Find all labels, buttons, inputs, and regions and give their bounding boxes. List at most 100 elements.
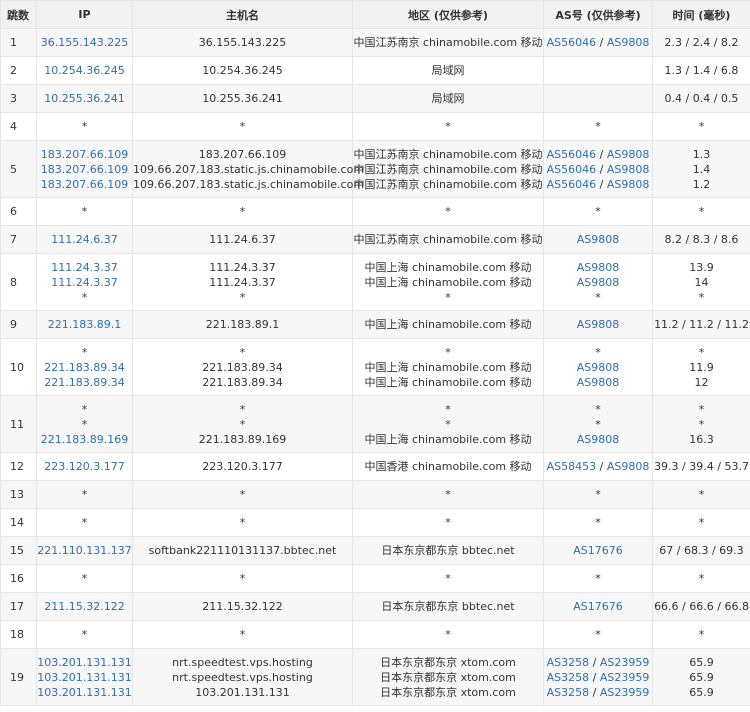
as-link[interactable]: AS9808 bbox=[607, 460, 650, 473]
time-cell: * bbox=[652, 197, 750, 226]
time-text: 1.2 bbox=[692, 177, 711, 191]
time-text: * bbox=[698, 402, 705, 416]
as-link[interactable]: AS56046 bbox=[547, 163, 597, 176]
ip-cell: * bbox=[36, 197, 133, 226]
ip-link[interactable]: 111.24.3.37 bbox=[37, 260, 132, 275]
as-link[interactable]: AS3258 bbox=[547, 671, 590, 684]
ip-cell: * bbox=[36, 508, 133, 537]
hop-cell: 6 bbox=[0, 197, 37, 226]
region-text: 中国江苏南京 chinamobile.com 移动 bbox=[353, 162, 543, 176]
ip-link[interactable]: 10.255.36.241 bbox=[37, 91, 132, 106]
hostname-text: 10.254.36.245 bbox=[202, 64, 283, 77]
as-link[interactable]: AS9808 bbox=[607, 163, 650, 176]
as-line: AS9808 bbox=[544, 317, 652, 332]
region-text: 中国上海 chinamobile.com 移动 bbox=[364, 275, 532, 289]
as-link[interactable]: AS17676 bbox=[573, 544, 623, 557]
as-link[interactable]: AS9808 bbox=[607, 148, 650, 161]
ip-link[interactable]: 221.183.89.169 bbox=[37, 432, 132, 447]
hop-cell: 3 bbox=[0, 84, 37, 113]
as-cell: AS17676 bbox=[543, 592, 653, 621]
ip-link[interactable]: 211.15.32.122 bbox=[37, 599, 132, 614]
traceroute-table: 跳数 IP 主机名 地区 (仅供参考) AS号 (仅供参考) 时间 (毫秒) 1… bbox=[0, 0, 750, 706]
ip-link[interactable]: 10.254.36.245 bbox=[37, 63, 132, 78]
region-cell: 日本东京都东京 xtom.com 日本东京都东京 xtom.com 日本东京都东京 … bbox=[352, 648, 544, 706]
as-link[interactable]: AS23959 bbox=[600, 686, 650, 699]
as-line: AS9808 bbox=[544, 375, 652, 390]
ip-cell: * bbox=[36, 480, 133, 509]
ip-link[interactable]: 103.201.131.131 bbox=[37, 685, 132, 700]
ip-link[interactable]: 183.207.66.109 bbox=[37, 177, 132, 192]
as-separator: / bbox=[589, 655, 600, 669]
ip-link[interactable]: 221.183.89.34 bbox=[37, 360, 132, 375]
time-cell: 0.4 / 0.4 / 0.5 bbox=[652, 84, 750, 113]
as-link[interactable]: AS9808 bbox=[577, 433, 620, 446]
ip-link[interactable]: 183.207.66.109 bbox=[37, 147, 132, 162]
ip-link[interactable]: 111.24.6.37 bbox=[37, 232, 132, 247]
as-link[interactable]: AS58453 bbox=[547, 460, 597, 473]
time-text: * bbox=[698, 488, 705, 501]
table-row: 9 221.183.89.1 221.183.89.1 中国上海 chinamobil… bbox=[0, 310, 750, 339]
region-cell: 日本东京都东京 bbtec.net bbox=[352, 592, 544, 621]
as-link[interactable]: AS3258 bbox=[547, 656, 590, 669]
ip-link[interactable]: 221.183.89.34 bbox=[37, 375, 132, 390]
as-text: * bbox=[595, 345, 601, 359]
ip-text: * bbox=[81, 516, 88, 529]
time-text: * bbox=[698, 345, 705, 359]
as-link[interactable]: AS56046 bbox=[547, 178, 597, 191]
hostname-text: 223.120.3.177 bbox=[202, 460, 283, 473]
hostname-text: * bbox=[239, 120, 246, 133]
as-link[interactable]: AS9808 bbox=[577, 233, 620, 246]
as-link[interactable]: AS9808 bbox=[577, 361, 620, 374]
ip-link[interactable]: 103.201.131.131 bbox=[37, 655, 132, 670]
as-text: * bbox=[595, 205, 601, 218]
ip-link[interactable]: 183.207.66.109 bbox=[37, 162, 132, 177]
as-link[interactable]: AS56046 bbox=[547, 36, 597, 49]
as-link[interactable]: AS23959 bbox=[600, 656, 650, 669]
as-link[interactable]: AS3258 bbox=[547, 686, 590, 699]
as-separator: / bbox=[589, 670, 600, 684]
ip-link[interactable]: 221.183.89.1 bbox=[37, 317, 132, 332]
host-cell: 10.255.36.241 bbox=[132, 84, 353, 113]
region-text: 日本东京都东京 xtom.com bbox=[380, 670, 516, 684]
as-line: * bbox=[544, 571, 652, 586]
as-link[interactable]: AS9808 bbox=[607, 178, 650, 191]
as-link[interactable]: AS9808 bbox=[577, 276, 620, 289]
as-link[interactable]: AS9808 bbox=[577, 261, 620, 274]
as-cell: * bbox=[543, 564, 653, 593]
host-cell: 111.24.3.37 111.24.3.37 * bbox=[132, 253, 353, 311]
region-text: 中国上海 chinamobile.com 移动 bbox=[364, 318, 532, 331]
table-row: 5 183.207.66.109 183.207.66.109 183.207.66.… bbox=[0, 140, 750, 198]
host-cell: * bbox=[132, 480, 353, 509]
host-cell: * * 221.183.89.169 bbox=[132, 395, 353, 453]
as-link[interactable]: AS9808 bbox=[577, 318, 620, 331]
ip-link[interactable]: 221.110.131.137 bbox=[37, 543, 132, 558]
as-link[interactable]: AS17676 bbox=[573, 600, 623, 613]
host-cell: softbank221110131137.bbtec.net bbox=[132, 536, 353, 565]
ip-link[interactable]: 36.155.143.225 bbox=[37, 35, 132, 50]
ip-link[interactable]: 223.120.3.177 bbox=[37, 459, 132, 474]
host-cell: 223.120.3.177 bbox=[132, 452, 353, 481]
region-text: 中国上海 chinamobile.com 移动 bbox=[364, 260, 532, 274]
region-text: * bbox=[445, 205, 451, 218]
hostname-text: 10.255.36.241 bbox=[202, 92, 283, 105]
as-link[interactable]: AS56046 bbox=[547, 148, 597, 161]
time-text: 1.3 bbox=[692, 147, 711, 161]
as-link[interactable]: AS23959 bbox=[600, 671, 650, 684]
time-text: * bbox=[698, 572, 705, 585]
as-line: AS56046 / AS9808 bbox=[544, 177, 652, 192]
ip-cell: 221.183.89.1 bbox=[36, 310, 133, 339]
time-text: 12 bbox=[694, 375, 709, 389]
region-text: * bbox=[445, 345, 451, 359]
region-text: 日本东京都东京 xtom.com bbox=[380, 655, 516, 669]
as-text: * bbox=[595, 516, 601, 529]
as-text: * bbox=[595, 488, 601, 501]
time-text: 14 bbox=[694, 275, 709, 289]
ip-link[interactable]: 103.201.131.131 bbox=[37, 670, 132, 685]
as-cell: AS9808 bbox=[543, 225, 653, 254]
as-cell: * bbox=[543, 480, 653, 509]
time-cell: 1.3 1.4 1.2 bbox=[652, 140, 750, 198]
table-row: 12 223.120.3.177 223.120.3.177 中国香港 chinamo… bbox=[0, 452, 750, 481]
ip-link[interactable]: 111.24.3.37 bbox=[37, 275, 132, 290]
as-link[interactable]: AS9808 bbox=[577, 376, 620, 389]
as-link[interactable]: AS9808 bbox=[607, 36, 650, 49]
